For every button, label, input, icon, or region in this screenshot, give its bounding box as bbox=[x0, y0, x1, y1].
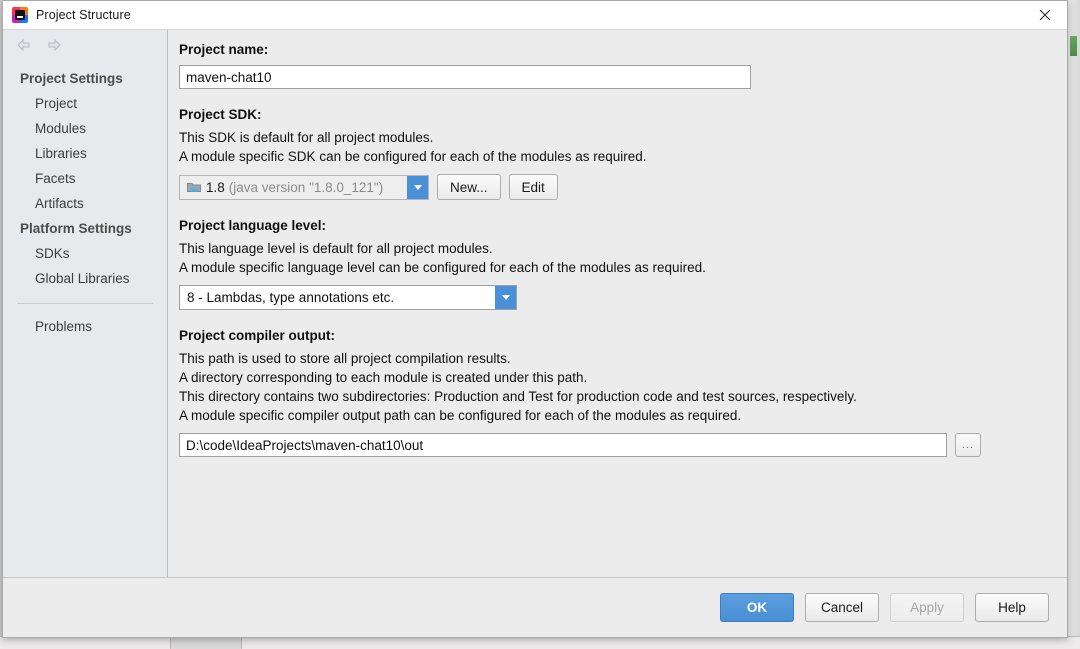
sidebar-item-artifacts[interactable]: Artifacts bbox=[3, 191, 167, 216]
project-sdk-description-line1: This SDK is default for all project modu… bbox=[179, 130, 434, 145]
dialog-titlebar: Project Structure bbox=[3, 1, 1067, 30]
language-level-dropdown[interactable]: 8 - Lambdas, type annotations etc. bbox=[179, 285, 517, 310]
cancel-button[interactable]: Cancel bbox=[805, 593, 879, 622]
project-sdk-value: 1.8 (java version "1.8.0_121") bbox=[180, 176, 407, 199]
compiler-output-controls: ... bbox=[179, 433, 1067, 457]
arrow-right-icon[interactable] bbox=[46, 38, 62, 52]
project-name-input[interactable] bbox=[179, 65, 751, 89]
browse-folder-button[interactable]: ... bbox=[955, 433, 981, 457]
intellij-idea-logo-icon bbox=[12, 7, 28, 23]
project-compiler-output-section: Project compiler output: This path is us… bbox=[179, 327, 1067, 457]
sidebar-item-modules[interactable]: Modules bbox=[3, 116, 167, 141]
close-icon[interactable] bbox=[1023, 1, 1067, 28]
compiler-output-description-line1: This path is used to store all project c… bbox=[179, 351, 511, 366]
compiler-output-description-line4: A module specific compiler output path c… bbox=[179, 408, 742, 423]
sidebar-item-global-libraries[interactable]: Global Libraries bbox=[3, 266, 167, 291]
navigation-arrows bbox=[3, 30, 167, 60]
edit-sdk-button[interactable]: Edit bbox=[508, 174, 558, 200]
sidebar-item-sdks[interactable]: SDKs bbox=[3, 241, 167, 266]
project-sdk-label: Project SDK: bbox=[179, 107, 262, 122]
ok-button[interactable]: OK bbox=[720, 593, 794, 622]
chevron-down-icon[interactable] bbox=[407, 175, 428, 199]
project-language-level-section: Project language level: This language le… bbox=[179, 217, 1067, 310]
project-sdk-version: (java version "1.8.0_121") bbox=[228, 179, 384, 195]
language-level-description-line2: A module specific language level can be … bbox=[179, 260, 706, 275]
jdk-folder-icon bbox=[187, 181, 201, 194]
language-level-controls: 8 - Lambdas, type annotations etc. bbox=[179, 285, 1067, 310]
language-level-value: 8 - Lambdas, type annotations etc. bbox=[187, 290, 395, 305]
ide-gutter-marker bbox=[1070, 36, 1077, 56]
sidebar-group-project-settings: Project Settings bbox=[20, 71, 123, 86]
project-sdk-name: 1.8 bbox=[206, 179, 225, 195]
project-structure-dialog: Project Structure Project Settings Proje… bbox=[2, 0, 1068, 638]
compiler-output-path-input[interactable] bbox=[179, 433, 947, 457]
sidebar-item-facets[interactable]: Facets bbox=[3, 166, 167, 191]
sidebar-item-list: Project Settings Project Modules Librari… bbox=[3, 60, 167, 339]
project-language-level-label: Project language level: bbox=[179, 218, 327, 233]
project-compiler-output-label: Project compiler output: bbox=[179, 328, 336, 343]
sidebar-item-problems[interactable]: Problems bbox=[3, 314, 167, 339]
apply-button: Apply bbox=[890, 593, 964, 622]
sidebar-group-platform-settings: Platform Settings bbox=[20, 221, 132, 236]
project-sdk-description-line2: A module specific SDK can be configured … bbox=[179, 149, 647, 164]
dialog-body: Project Settings Project Modules Librari… bbox=[3, 30, 1067, 577]
language-level-description-line1: This language level is default for all p… bbox=[179, 241, 493, 256]
settings-sidebar: Project Settings Project Modules Librari… bbox=[3, 30, 168, 577]
project-sdk-controls: 1.8 (java version "1.8.0_121") New... Ed… bbox=[179, 174, 1067, 200]
project-sdk-section: Project SDK: This SDK is default for all… bbox=[179, 106, 1067, 200]
ide-bottom-tab[interactable] bbox=[170, 637, 242, 649]
sidebar-item-project[interactable]: Project bbox=[3, 91, 167, 116]
window-title: Project Structure bbox=[36, 8, 131, 22]
chevron-down-icon[interactable] bbox=[495, 286, 516, 309]
dialog-footer: OK Cancel Apply Help bbox=[3, 577, 1067, 637]
project-sdk-dropdown[interactable]: 1.8 (java version "1.8.0_121") bbox=[179, 174, 429, 200]
help-button[interactable]: Help bbox=[975, 593, 1049, 622]
sidebar-item-libraries[interactable]: Libraries bbox=[3, 141, 167, 166]
arrow-left-icon[interactable] bbox=[16, 38, 32, 52]
project-name-label: Project name: bbox=[179, 42, 269, 57]
compiler-output-description-line3: This directory contains two subdirectori… bbox=[179, 389, 857, 404]
settings-content-pane: Project name: Project SDK: This SDK is d… bbox=[168, 30, 1067, 577]
sidebar-divider bbox=[17, 303, 153, 304]
project-name-section: Project name: bbox=[179, 41, 1067, 89]
compiler-output-description-line2: A directory corresponding to each module… bbox=[179, 370, 588, 385]
new-sdk-button[interactable]: New... bbox=[437, 174, 501, 200]
